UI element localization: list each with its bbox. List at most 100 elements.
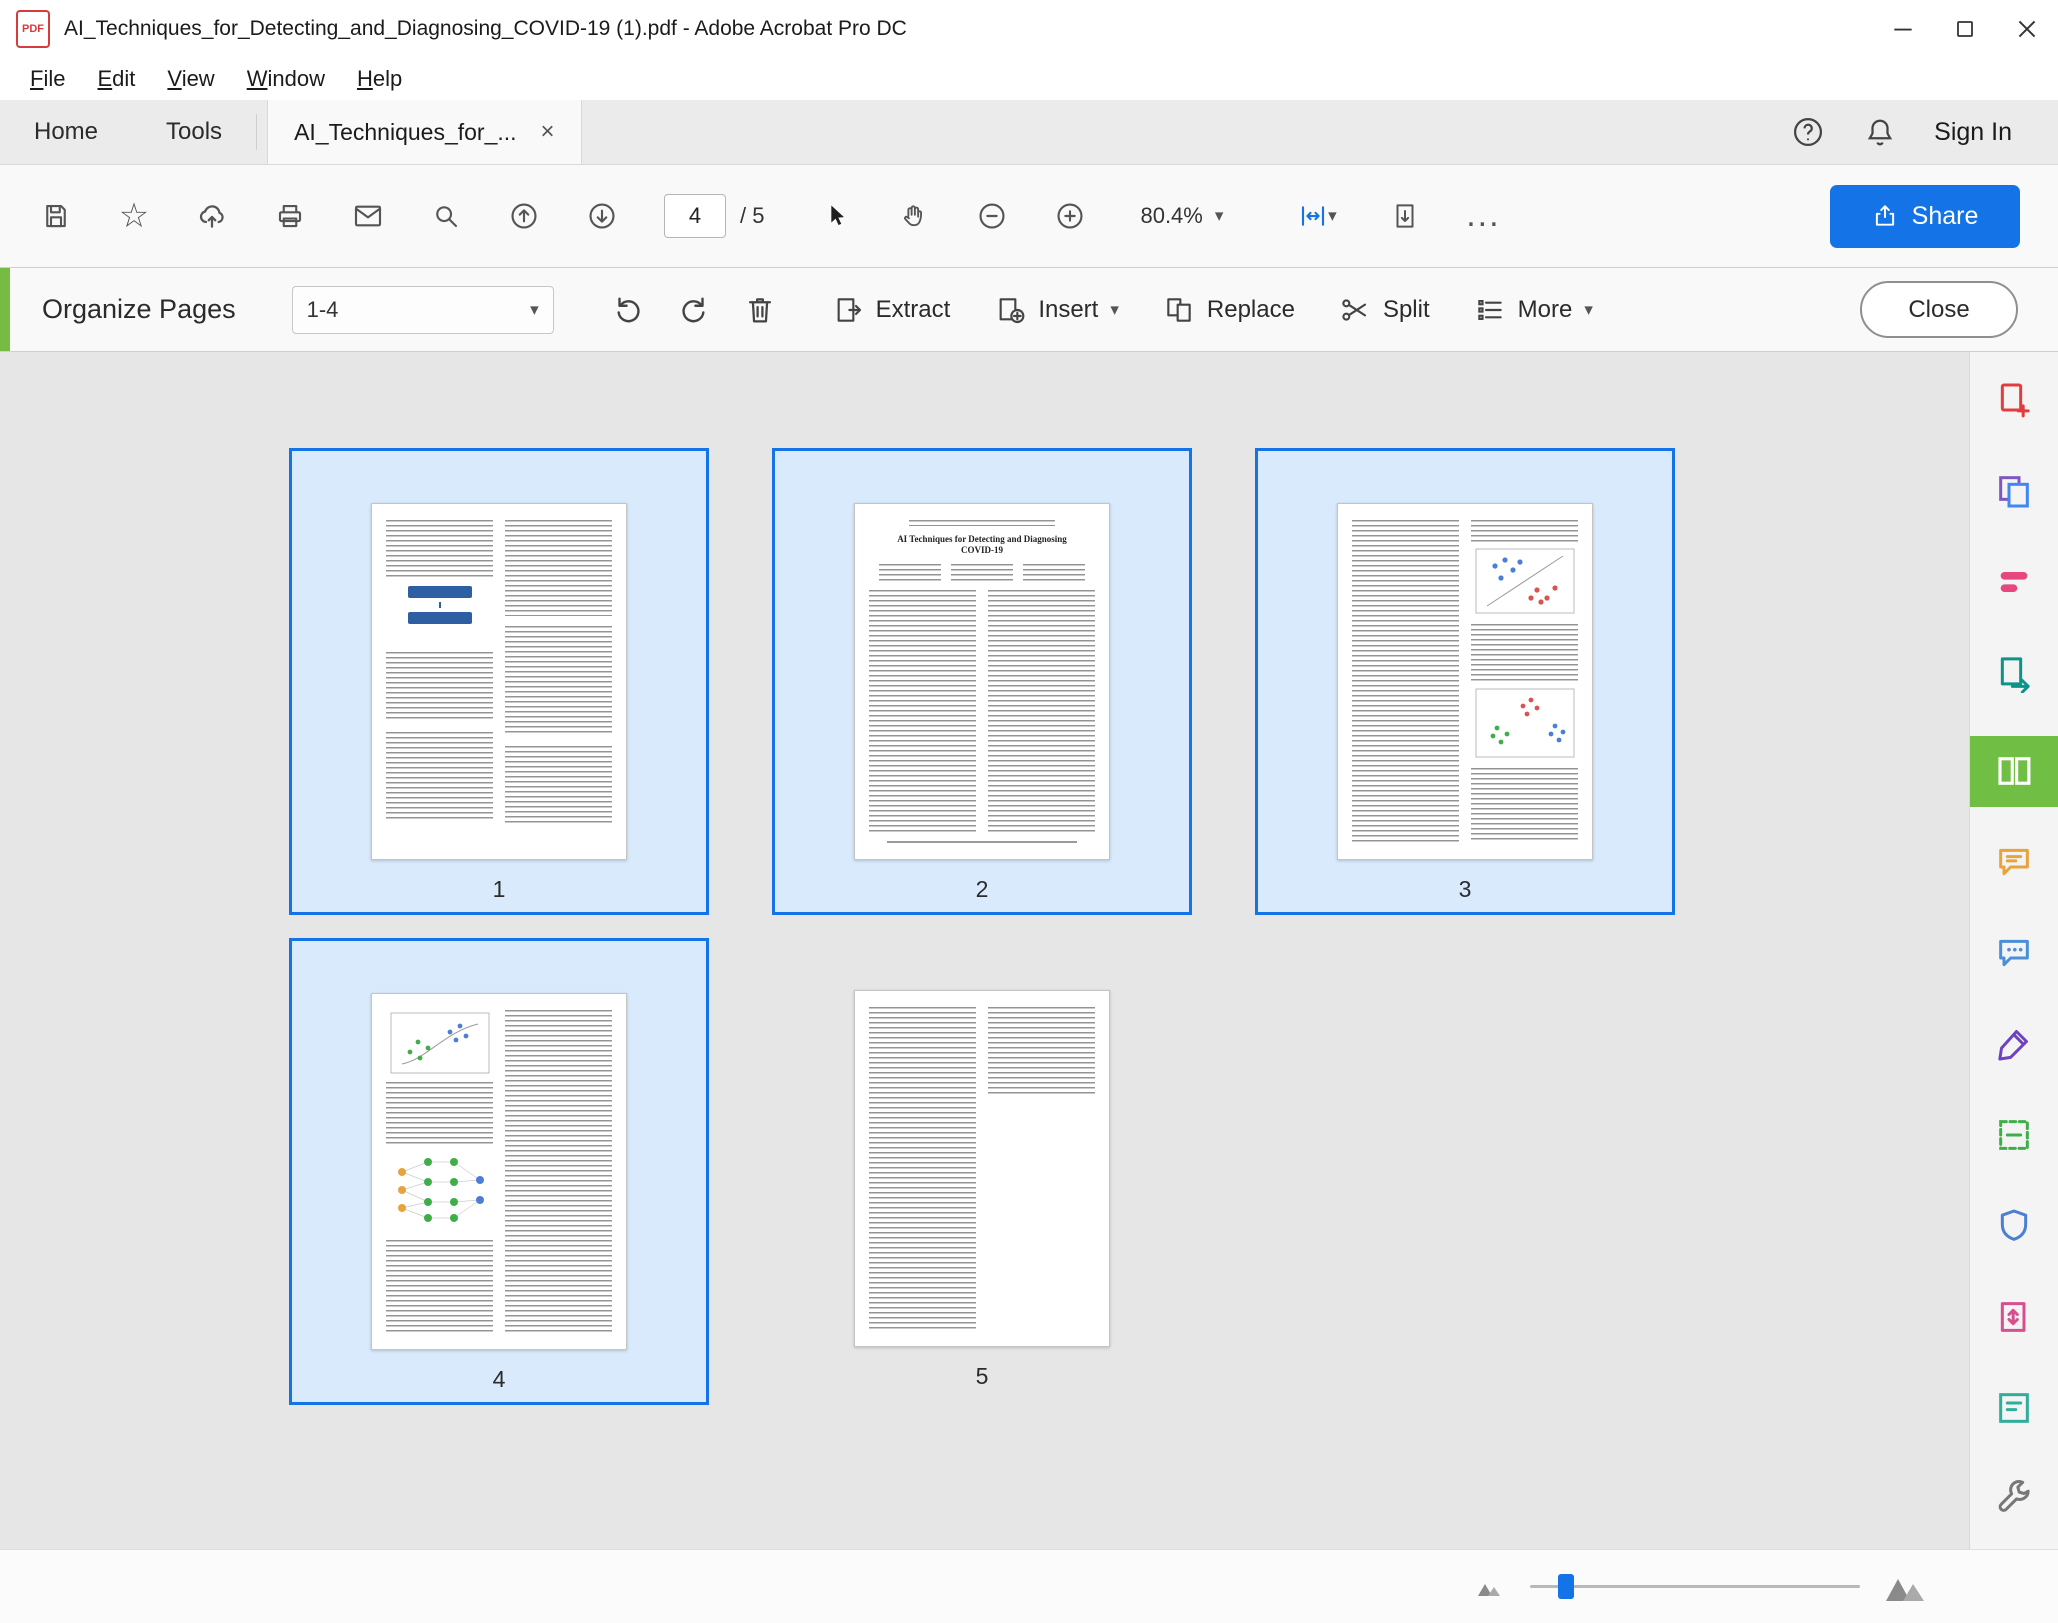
tab-document[interactable]: AI_Techniques_for_... × [267,100,582,164]
zoom-level-value: 80.4% [1140,203,1203,228]
minimize-button[interactable] [1872,0,1934,58]
scan-ocr-icon[interactable] [1986,1108,2042,1163]
help-icon[interactable] [1790,114,1826,150]
search-icon[interactable] [418,185,474,247]
export-pdf-icon[interactable] [1986,645,2042,700]
close-organize-button[interactable]: Close [1860,281,2018,338]
protect-icon[interactable] [1986,1199,2042,1254]
page-total-label: / 5 [740,203,765,228]
share-button[interactable]: Share [1830,184,2020,248]
page-thumbnail-4[interactable]: 4 [289,938,709,1405]
next-page-icon[interactable] [574,185,630,247]
thumbnail-grid: 1 AI Techniques for Detecting and Diagno… [0,352,1969,1549]
menu-help[interactable]: Help [341,66,418,92]
combine-files-icon[interactable] [1986,463,2042,518]
paper-title: AI Techniques for Detecting and Diagnosi… [897,534,1067,555]
menu-window[interactable]: Window [231,66,341,92]
customize-tools-wrench-icon[interactable] [1986,1472,2042,1527]
small-thumbnails-icon[interactable] [1476,1576,1506,1598]
maximize-button[interactable] [1934,0,1996,58]
replace-button[interactable]: Replace [1163,294,1295,326]
tab-home[interactable]: Home [0,100,132,164]
rotate-counterclockwise-icon[interactable] [600,282,656,338]
zoom-level-dropdown[interactable]: 80.4% ▾ [1128,195,1235,237]
close-window-button[interactable] [1996,0,2058,58]
tab-separator [256,114,258,150]
sign-in-link[interactable]: Sign In [1934,118,2012,147]
svm-scatter-figure [1475,548,1574,614]
favorite-star-icon[interactable]: ☆ [106,185,162,247]
share-icon [1875,205,1894,226]
email-icon[interactable] [340,185,396,247]
thumbnail-size-slider [1476,1571,1930,1603]
extract-button[interactable]: Extract [832,294,951,326]
cloud-upload-icon[interactable] [184,185,240,247]
more-tools-icon[interactable]: ... [1455,185,1511,247]
body-columns [869,589,1095,835]
close-tab-icon[interactable]: × [541,118,555,146]
chevron-down-icon: ▾ [1328,206,1337,225]
page-number-label: 2 [975,876,989,902]
save-icon[interactable] [28,185,84,247]
page-thumbnail-5[interactable]: 5 [772,938,1192,1405]
fill-and-sign-icon[interactable] [1986,1017,2042,1072]
compress-pdf-icon[interactable] [1986,1290,2042,1345]
organize-accent-bar [0,268,10,351]
create-pdf-icon[interactable] [1986,372,2042,427]
main-toolbar: ☆ / 5 80.4% ▾ ▾ ... [0,165,2058,268]
extract-label: Extract [875,295,951,323]
notifications-bell-icon[interactable] [1862,114,1898,150]
zoom-in-icon[interactable] [1042,185,1098,247]
comment-icon[interactable] [1986,835,2042,890]
insert-icon [999,297,1025,323]
more-label: More [1517,295,1573,323]
organize-pages-toolbar: Organize Pages 1-4 ▾ Extract Insert ▾ Re… [0,268,2058,352]
text-column [1471,520,1578,843]
page-thumbnail-2[interactable]: AI Techniques for Detecting and Diagnosi… [772,448,1192,915]
text-column [988,1007,1095,1330]
page-number-input[interactable] [664,194,726,238]
document-tab-label: AI_Techniques_for_... [294,118,517,145]
page-scrolling-icon[interactable] [1377,185,1433,247]
print-icon[interactable] [262,185,318,247]
tab-bar: Home Tools AI_Techniques_for_... × Sign … [0,100,2058,165]
select-tool-icon[interactable] [808,185,864,247]
edit-pdf-icon[interactable] [1986,554,2042,609]
page-thumbnail-1[interactable]: 1 [289,448,709,915]
more-button[interactable]: More ▾ [1474,294,1593,326]
menu-view[interactable]: View [151,66,230,92]
thumbnail-content: AI Techniques for Detecting and Diagnosi… [854,503,1110,860]
tab-tools[interactable]: Tools [132,100,256,164]
zoom-out-icon[interactable] [964,185,1020,247]
text-column [505,520,612,843]
insert-label: Insert [1038,295,1099,323]
large-thumbnails-icon[interactable] [1884,1571,1930,1603]
author-block [879,563,1085,582]
page-range-value: 1-4 [306,296,339,322]
thumbnail-content [371,993,627,1350]
thumbnail-content [854,990,1110,1347]
fit-width-icon[interactable]: ▾ [1279,185,1355,247]
replace-icon [1167,297,1191,322]
delete-pages-icon[interactable] [732,282,788,338]
prepare-form-icon[interactable] [1986,1381,2042,1436]
menu-file[interactable]: File [14,66,81,92]
page-thumbnail-3[interactable]: 3 [1255,448,1675,915]
split-button[interactable]: Split [1339,294,1430,326]
rotate-clockwise-icon[interactable] [666,282,722,338]
slider-track[interactable] [1530,1574,1860,1599]
menu-edit[interactable]: Edit [81,66,151,92]
organize-pages-tool-active[interactable] [1969,736,2058,807]
slider-handle[interactable] [1558,1574,1574,1599]
hand-tool-icon[interactable] [886,185,942,247]
tabbar-right: Sign In [1790,100,2058,164]
insert-button[interactable]: Insert ▾ [994,294,1119,326]
page-number-label: 1 [492,876,506,902]
previous-page-icon[interactable] [496,185,552,247]
text-column [1352,520,1459,843]
window-controls [1872,0,2058,58]
neural-network-figure [397,1158,484,1222]
page-range-dropdown[interactable]: 1-4 ▾ [291,285,554,334]
replace-label: Replace [1206,295,1295,323]
send-for-comments-icon[interactable] [1986,926,2042,981]
